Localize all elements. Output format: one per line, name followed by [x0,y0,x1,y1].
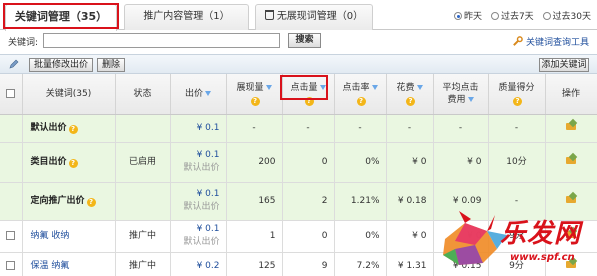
tab-keyword-management[interactable]: 关键词管理（35） [5,4,117,31]
batch-edit-bid-button[interactable]: 批量修改出价 [29,58,93,72]
help-icon[interactable]: ? [68,158,78,168]
keyword-link[interactable]: 纳氟 收纳 [31,231,70,241]
action-bar: 批量修改出价 删除 添加关键词 [0,54,597,74]
watermark-url: www.spf.cn [510,252,575,263]
search-button[interactable]: 搜索 [288,33,321,48]
help-icon[interactable]: ? [250,96,260,106]
col-ops: 操作 [545,74,597,115]
category-bid-row: 类目出价? 已启用 ¥ 0.1 默认出价 200 0 0% ¥ 0 ¥ 0 10分 [0,142,597,183]
row-checkbox[interactable] [6,260,16,270]
time-range-selector: 昨天 过去7天 过去30天 [454,9,591,22]
help-icon[interactable]: ? [356,96,366,106]
watermark-brand: 乐发网 [500,219,582,249]
sort-icon [319,84,326,90]
edit-icon [9,59,19,69]
keyword-tool-link[interactable]: 关键词查询工具 [512,35,589,48]
table-row: 保温 纳氟 推广中 ¥ 0.2 125 9 7.2% ¥ 1.31 ¥ 0.15… [0,252,597,276]
select-all-cell [0,74,23,115]
add-keyword-button[interactable]: 添加关键词 [539,58,589,72]
sort-icon [265,84,272,90]
tab-promotion-content[interactable]: 推广内容管理（1） [124,4,249,30]
select-all-checkbox[interactable] [6,88,16,98]
help-icon[interactable]: ? [304,96,314,106]
table-header: 关键词(35) 状态 出价 展现量? 点击量? 点击率? 花费? 平均点击 费用 … [0,74,597,115]
help-icon[interactable]: ? [86,197,96,207]
bid-value[interactable]: ¥ 0.1 [197,189,220,199]
bid-value[interactable]: ¥ 0.1 [197,224,220,234]
help-icon[interactable]: ? [68,124,78,134]
col-cost[interactable]: 花费? [386,74,434,115]
col-ctr[interactable]: 点击率? [334,74,387,115]
tab-bar: 关键词管理（35） 推广内容管理（1） 无展现词管理（0） 昨天 过去7天 过去… [0,0,597,31]
col-clicks[interactable]: 点击量? [282,74,335,115]
radio-yesterday[interactable]: 昨天 [454,12,482,22]
search-row: 关键词: 搜索 关键词查询工具 [0,31,597,51]
default-bid-row: 默认出价? ¥ 0.1 - - - - - - [0,114,597,143]
edit-action-icon[interactable] [565,193,578,204]
tab-no-impression-keywords[interactable]: 无展现词管理（0） [255,4,373,30]
sort-icon [371,84,378,90]
trash-icon [264,10,274,20]
radio-icon [490,12,499,20]
keyword-search-input[interactable] [43,33,280,48]
bid-value[interactable]: ¥ 0.1 [197,123,220,133]
col-status: 状态 [115,74,171,115]
bid-value[interactable]: ¥ 0.2 [197,261,220,271]
help-icon[interactable]: ? [406,96,415,106]
delete-button[interactable]: 删除 [97,58,125,72]
sort-icon [416,84,423,90]
row-checkbox[interactable] [6,230,16,240]
radio-30days[interactable]: 过去30天 [542,12,591,22]
edit-action-icon[interactable] [565,154,578,165]
col-keyword[interactable]: 关键词(35) [22,74,116,115]
bid-value[interactable]: ¥ 0.1 [197,150,220,160]
radio-selected-icon [454,12,463,20]
radio-7days[interactable]: 过去7天 [490,12,534,22]
sort-icon [467,96,474,102]
col-avg-cpc[interactable]: 平均点击 费用 [433,74,489,115]
sort-icon [205,90,211,96]
tab-no-impression-label: 无展现词管理（0） [276,11,364,22]
col-bid[interactable]: 出价 [170,74,227,115]
edit-action-icon[interactable] [565,120,578,131]
search-label: 关键词: [8,38,39,48]
col-impressions[interactable]: 展现量? [226,74,283,115]
radio-icon [542,12,551,20]
col-quality[interactable]: 质量得分? [488,74,546,115]
keyword-link[interactable]: 保温 纳氟 [31,261,70,271]
help-icon[interactable]: ? [513,96,522,106]
wrench-icon [513,36,523,46]
